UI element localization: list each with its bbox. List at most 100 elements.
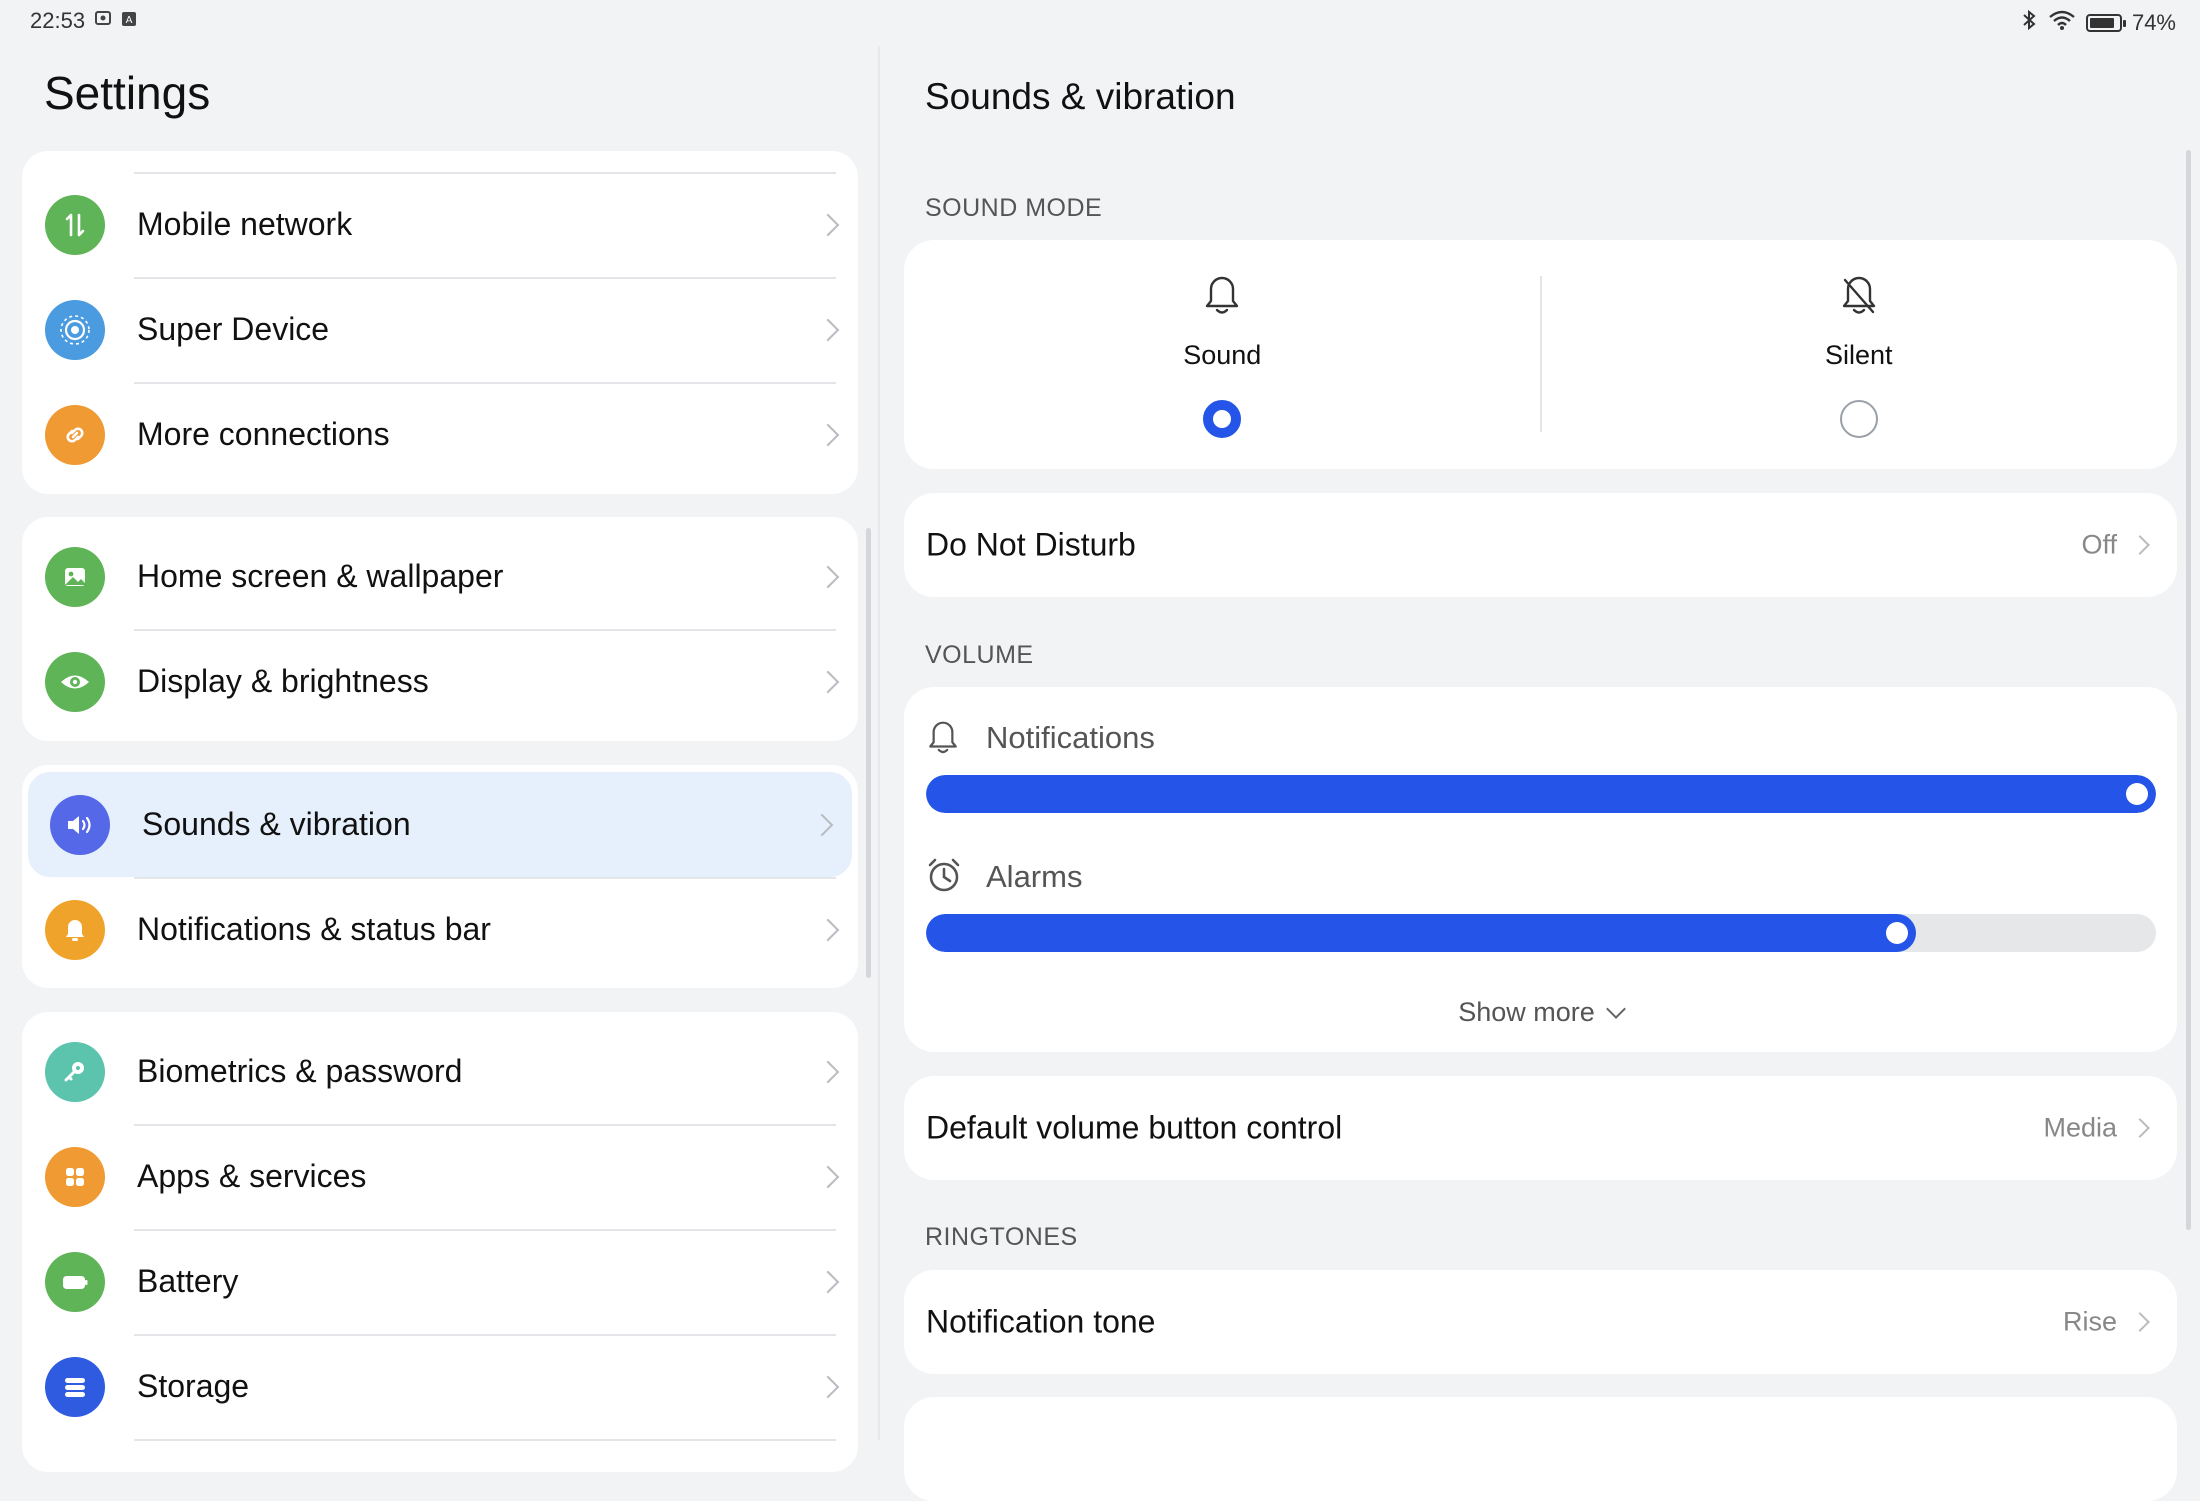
- detail-scrollbar[interactable]: [2186, 150, 2191, 1230]
- pane-divider: [878, 46, 880, 1440]
- section-label-ringtones: RINGTONES: [925, 1223, 1078, 1251]
- sidebar-item-apps-services[interactable]: Apps & services: [22, 1124, 858, 1229]
- chevron-right-icon: [816, 423, 840, 446]
- link-icon: [45, 404, 105, 465]
- status-bar: 22:53 A 74%: [0, 0, 2200, 46]
- section-label-volume: VOLUME: [925, 641, 1034, 669]
- notification-tone-row[interactable]: Notification tone Rise: [904, 1270, 2177, 1374]
- sidebar-item-more-connections[interactable]: More connections: [22, 382, 858, 487]
- input-method-icon: A: [121, 10, 137, 33]
- speaker-icon: [50, 794, 110, 855]
- notifications-volume-label: Notifications: [986, 720, 1155, 755]
- storage-icon: [45, 1356, 105, 1417]
- notification-tone-value: Rise: [2062, 1306, 2117, 1337]
- sidebar-item-label: Battery: [137, 1263, 239, 1299]
- mobile-network-icon: [45, 194, 105, 255]
- sidebar-item-notifications-status-bar[interactable]: Notifications & status bar: [22, 877, 858, 982]
- chevron-right-icon: [816, 1270, 840, 1293]
- chevron-right-icon: [816, 670, 840, 693]
- bell-icon: [926, 719, 960, 762]
- notification-tone-label: Notification tone: [926, 1303, 1156, 1340]
- chevron-right-icon: [2130, 535, 2150, 555]
- sidebar-item-sounds-vibration[interactable]: Sounds & vibration: [28, 772, 852, 877]
- sidebar-item-label: Apps & services: [137, 1158, 367, 1194]
- do-not-disturb-row[interactable]: Do Not Disturb Off: [904, 493, 2177, 597]
- sidebar-item-partial[interactable]: [22, 1439, 858, 1472]
- sidebar-item-label: Mobile network: [137, 206, 353, 242]
- settings-group-system: Biometrics & password Apps & services Ba…: [22, 1012, 858, 1472]
- chevron-right-icon: [2130, 1118, 2150, 1138]
- sound-mode-card: Sound Silent: [904, 240, 2177, 469]
- default-volume-value: Media: [2043, 1112, 2117, 1143]
- show-more-label: Show more: [1458, 997, 1595, 1027]
- sidebar-item-label: More connections: [137, 416, 390, 452]
- chevron-right-icon: [816, 318, 840, 341]
- sound-mode-sound[interactable]: Sound: [904, 240, 1541, 469]
- slider-thumb[interactable]: [1886, 922, 1909, 944]
- sidebar-item-mobile-network[interactable]: Mobile network: [22, 172, 858, 277]
- section-label-sound-mode: SOUND MODE: [925, 194, 1103, 222]
- chevron-right-icon: [816, 918, 840, 941]
- alarm-clock-icon: [926, 857, 962, 900]
- sound-radio[interactable]: [1203, 400, 1242, 438]
- sidebar-scrollbar[interactable]: [866, 528, 871, 978]
- alarms-volume-slider[interactable]: [926, 914, 2156, 952]
- apps-icon: [45, 1146, 105, 1207]
- sidebar-item-home-screen-wallpaper[interactable]: Home screen & wallpaper: [22, 524, 858, 629]
- wallpaper-icon: [45, 546, 105, 607]
- sidebar-item-label: Display & brightness: [137, 663, 429, 699]
- slider-fill: [926, 914, 1917, 952]
- battery-percent: 74%: [2131, 10, 2176, 35]
- chevron-right-icon: [816, 1375, 840, 1398]
- slider-fill: [926, 775, 2156, 813]
- volume-card: Notifications Alarms Show more: [904, 687, 2177, 1052]
- notification-glyph-icon: [93, 8, 113, 34]
- bluetooth-icon: [2020, 9, 2038, 37]
- key-icon: [45, 1041, 105, 1102]
- sidebar-item-label: Biometrics & password: [137, 1053, 463, 1089]
- wifi-icon: [2048, 9, 2076, 37]
- status-time: 22:53: [30, 8, 86, 33]
- bell-icon: [45, 899, 105, 960]
- chevron-right-icon: [816, 1060, 840, 1083]
- sidebar-item-label: Storage: [137, 1368, 250, 1404]
- silent-radio[interactable]: [1839, 400, 1878, 438]
- bell-icon: [1202, 274, 1242, 323]
- chevron-right-icon: [816, 1165, 840, 1188]
- sidebar-item-storage[interactable]: Storage: [22, 1334, 858, 1439]
- detail-title: Sounds & vibration: [925, 76, 1236, 117]
- sidebar-item-display-brightness[interactable]: Display & brightness: [22, 629, 858, 734]
- battery-icon: [45, 1251, 105, 1312]
- show-more-button[interactable]: Show more: [904, 997, 2177, 1028]
- notifications-volume-slider[interactable]: [926, 775, 2156, 813]
- sound-mode-silent[interactable]: Silent: [1541, 240, 2178, 469]
- sidebar-item-battery[interactable]: Battery: [22, 1229, 858, 1334]
- settings-group-connectivity: Mobile network Super Device More connect…: [22, 151, 858, 494]
- svg-text:A: A: [126, 15, 133, 26]
- default-volume-button-row[interactable]: Default volume button control Media: [904, 1076, 2177, 1180]
- sidebar-item-label: Super Device: [137, 311, 330, 347]
- default-volume-label: Default volume button control: [926, 1109, 1343, 1146]
- chevron-right-icon: [816, 213, 840, 236]
- settings-group-display: Home screen & wallpaper Display & bright…: [22, 517, 858, 741]
- slider-thumb[interactable]: [2126, 783, 2148, 805]
- chevron-right-icon: [2130, 1312, 2150, 1332]
- alarms-volume-label: Alarms: [986, 859, 1083, 894]
- sidebar-item-super-device[interactable]: Super Device: [22, 277, 858, 382]
- silent-mode-label: Silent: [1824, 340, 1893, 370]
- sound-mode-label: Sound: [1183, 340, 1262, 370]
- sidebar-item-label: Sounds & vibration: [142, 806, 411, 842]
- sidebar-item-label: Home screen & wallpaper: [137, 558, 504, 594]
- partial-row[interactable]: [904, 1397, 2177, 1501]
- chevron-right-icon: [816, 565, 840, 588]
- bell-off-icon: [1839, 274, 1879, 323]
- chevron-down-icon: [1605, 999, 1626, 1019]
- chevron-right-icon: [810, 813, 834, 836]
- sidebar-item-label: Notifications & status bar: [137, 911, 491, 947]
- eye-icon: [45, 651, 105, 712]
- sidebar-item-biometrics-password[interactable]: Biometrics & password: [22, 1019, 858, 1124]
- do-not-disturb-label: Do Not Disturb: [926, 526, 1136, 563]
- super-device-icon: [45, 299, 105, 360]
- battery-status-icon: [2085, 14, 2126, 32]
- settings-group-sound: Sounds & vibration Notifications & statu…: [22, 765, 858, 988]
